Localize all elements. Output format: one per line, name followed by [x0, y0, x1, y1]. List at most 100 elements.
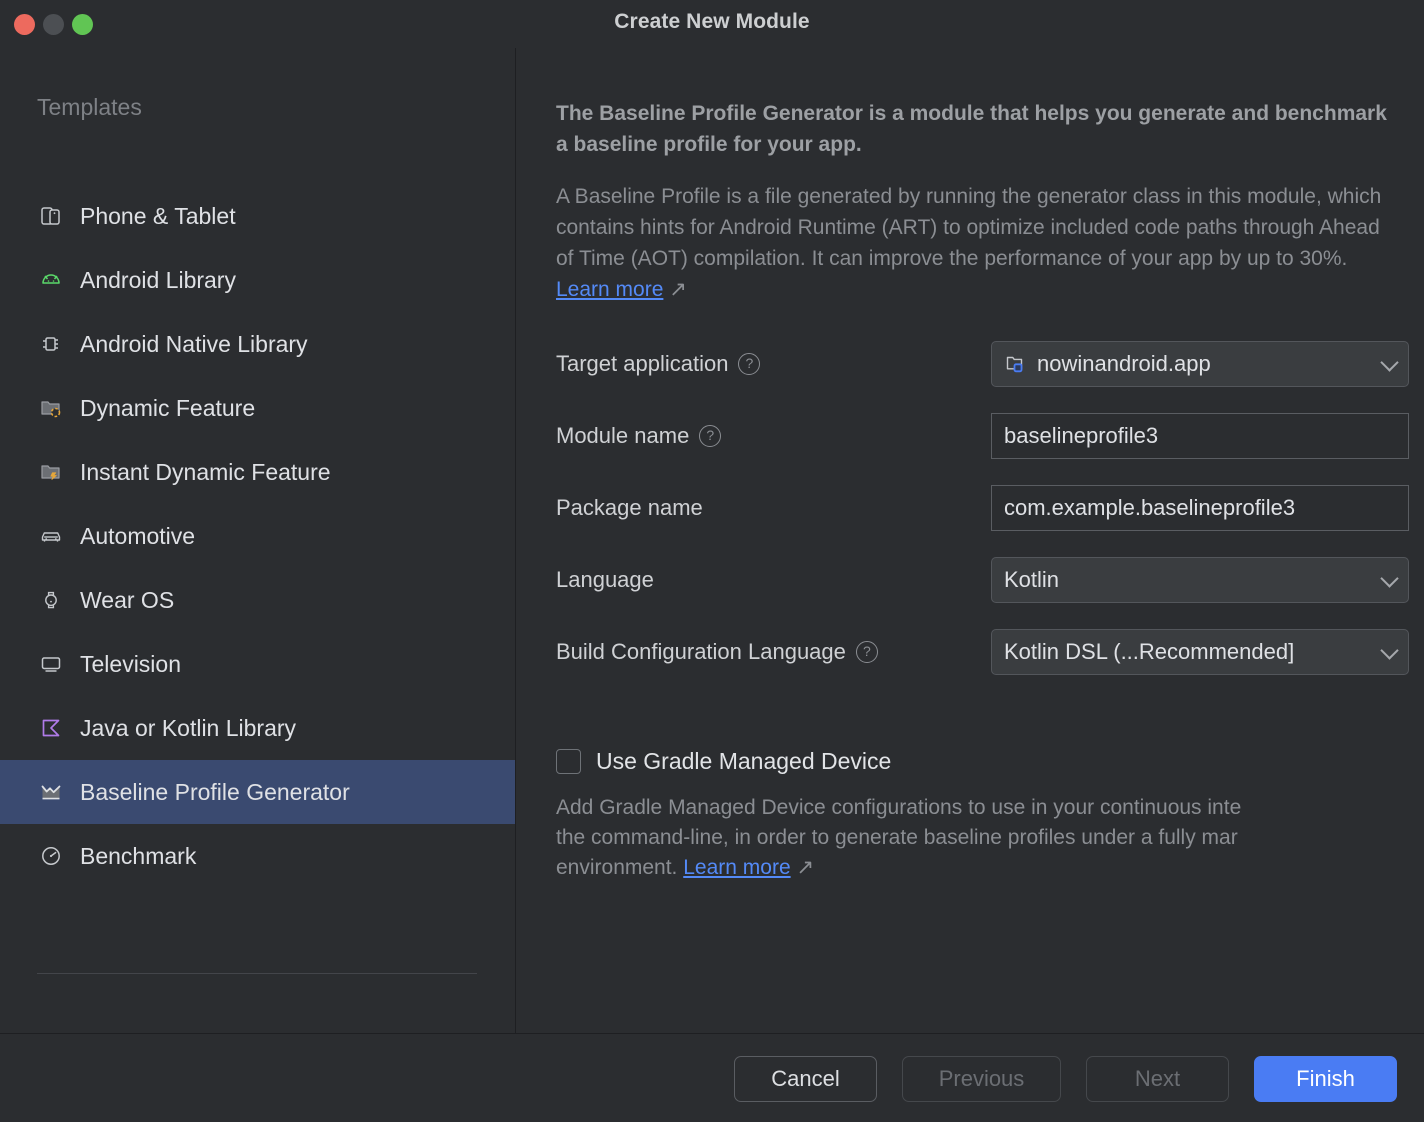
use-gradle-managed-device-row[interactable]: Use Gradle Managed Device — [556, 748, 891, 775]
use-gradle-managed-device-label: Use Gradle Managed Device — [596, 748, 892, 774]
sidebar-item-baseline-profile-generator[interactable]: Baseline Profile Generator — [0, 760, 515, 824]
form-row-build-configuration-language: Build Configuration Language ? Kotlin DS… — [556, 616, 1424, 688]
baseline-chart-icon — [37, 778, 65, 806]
sidebar-item-phone-tablet[interactable]: Phone & Tablet — [0, 184, 515, 248]
sidebar-item-label: Instant Dynamic Feature — [80, 458, 331, 485]
window-title-bar: Create New Module — [0, 0, 1424, 48]
build-configuration-language-label: Build Configuration Language ? — [556, 639, 878, 665]
sidebar-item-label: Java or Kotlin Library — [80, 714, 297, 741]
form-row-module-name: Module name ? — [556, 400, 1424, 472]
dialog-body: Templates Phone & Tablet Android Library… — [0, 48, 1424, 1056]
module-description: A Baseline Profile is a file generated b… — [556, 181, 1394, 305]
sidebar-item-android-library[interactable]: Android Library — [0, 248, 515, 312]
label-text: Language — [556, 567, 654, 592]
sidebar-item-label: Android Library — [80, 266, 236, 293]
label-text: Package name — [556, 495, 703, 520]
module-form: Target application ? nowinandroid.app Mo… — [556, 328, 1424, 688]
cancel-button[interactable]: Cancel — [734, 1056, 877, 1102]
label-text: Module name — [556, 423, 690, 448]
language-value: Kotlin — [1004, 567, 1060, 592]
sidebar-divider — [37, 973, 477, 974]
sidebar-item-label: Dynamic Feature — [80, 394, 256, 421]
help-icon[interactable]: ? — [738, 353, 761, 375]
sidebar-item-android-native-library[interactable]: Android Native Library — [0, 312, 515, 376]
form-row-package-name: Package name — [556, 472, 1424, 544]
desc-line-3-wrap: environment. Learn more ↗ — [556, 853, 1402, 883]
car-icon — [37, 522, 65, 550]
package-name-label: Package name — [556, 495, 703, 521]
footer-buttons: Cancel Previous Next Finish — [734, 1056, 1397, 1102]
window-title: Create New Module — [614, 10, 810, 33]
phone-tablet-icon — [37, 202, 65, 230]
package-name-input[interactable] — [991, 485, 1409, 531]
build-configuration-language-value: Kotlin DSL (...Recommended] — [1004, 639, 1295, 664]
previous-button[interactable]: Previous — [902, 1056, 1061, 1102]
desc-line-3: environment. — [556, 856, 684, 879]
learn-more-label: Learn more — [556, 278, 664, 301]
target-application-label: Target application ? — [556, 351, 761, 377]
sidebar-item-label: Android Native Library — [80, 330, 308, 357]
help-icon[interactable]: ? — [855, 641, 878, 663]
sidebar-item-benchmark[interactable]: Benchmark — [0, 824, 515, 888]
dialog-footer: Cancel Previous Next Finish — [0, 1034, 1424, 1122]
module-name-field — [991, 413, 1409, 459]
target-application-field: nowinandroid.app — [991, 341, 1409, 387]
sidebar-item-java-or-kotlin-library[interactable]: Java or Kotlin Library — [0, 696, 515, 760]
sidebar-item-label: Automotive — [80, 522, 196, 549]
sidebar-item-television[interactable]: Television — [0, 632, 515, 696]
learn-more-link-gradle[interactable]: Learn more — [683, 856, 790, 879]
sidebar-item-instant-dynamic-feature[interactable]: Instant Dynamic Feature — [0, 440, 515, 504]
help-icon[interactable]: ? — [699, 425, 722, 447]
sidebar-item-automotive[interactable]: Automotive — [0, 504, 515, 568]
module-headline: The Baseline Profile Generator is a modu… — [556, 102, 1387, 156]
finish-button[interactable]: Finish — [1254, 1056, 1397, 1102]
use-gradle-managed-device-checkbox[interactable] — [556, 749, 581, 774]
native-chip-icon — [37, 330, 65, 358]
kotlin-library-icon — [37, 714, 65, 742]
templates-sidebar: Templates Phone & Tablet Android Library… — [0, 48, 515, 1056]
sidebar-item-wear-os[interactable]: Wear OS — [0, 568, 515, 632]
module-detail-pane: The Baseline Profile Generator is a modu… — [516, 48, 1424, 1033]
use-gradle-managed-device-description: Add Gradle Managed Device configurations… — [556, 793, 1402, 883]
external-link-arrow-icon: ↗ — [663, 278, 687, 301]
build-configuration-language-combo[interactable]: Kotlin DSL (...Recommended] — [991, 629, 1409, 675]
desc-line-2: the command-line, in order to generate b… — [556, 826, 1238, 849]
sidebar-item-dynamic-feature[interactable]: Dynamic Feature — [0, 376, 515, 440]
module-name-label: Module name ? — [556, 423, 722, 449]
target-application-value: nowinandroid.app — [1037, 351, 1211, 376]
speedometer-icon — [37, 842, 65, 870]
sidebar-item-label: Baseline Profile Generator — [80, 778, 350, 805]
form-row-language: Language Kotlin — [556, 544, 1424, 616]
chevron-down-icon — [1380, 353, 1399, 372]
sidebar-item-label: Television — [80, 650, 181, 677]
module-folder-icon — [1004, 352, 1028, 376]
language-field: Kotlin — [991, 557, 1409, 603]
watch-icon — [37, 586, 65, 614]
package-name-field — [991, 485, 1409, 531]
next-button[interactable]: Next — [1086, 1056, 1229, 1102]
learn-more-link-description[interactable]: Learn more — [556, 278, 663, 301]
create-new-module-dialog: Create New Module Templates Phone & Tabl… — [0, 0, 1424, 1122]
language-combo[interactable]: Kotlin — [991, 557, 1409, 603]
tv-icon — [37, 650, 65, 678]
templates-list: Phone & Tablet Android Library Android N… — [0, 184, 515, 888]
module-name-input[interactable] — [991, 413, 1409, 459]
learn-more-label: Learn more — [683, 856, 791, 879]
label-text: Build Configuration Language — [556, 639, 846, 664]
external-link-arrow-icon: ↗ — [790, 856, 815, 879]
android-robot-icon — [37, 266, 65, 294]
module-description-text: A Baseline Profile is a file generated b… — [556, 185, 1382, 270]
folder-dynamic-icon — [37, 394, 65, 422]
language-label: Language — [556, 567, 654, 593]
label-text: Target application — [556, 351, 729, 376]
build-configuration-language-field: Kotlin DSL (...Recommended] — [991, 629, 1409, 675]
target-application-combo[interactable]: nowinandroid.app — [991, 341, 1409, 387]
folder-instant-bolt-icon — [37, 458, 65, 486]
sidebar-item-label: Phone & Tablet — [80, 202, 236, 229]
sidebar-item-label: Wear OS — [80, 586, 175, 613]
templates-header: Templates — [37, 94, 142, 120]
chevron-down-icon — [1380, 641, 1399, 660]
desc-line-1: Add Gradle Managed Device configurations… — [556, 796, 1242, 819]
chevron-down-icon — [1380, 569, 1399, 588]
form-row-target-application: Target application ? nowinandroid.app — [556, 328, 1424, 400]
